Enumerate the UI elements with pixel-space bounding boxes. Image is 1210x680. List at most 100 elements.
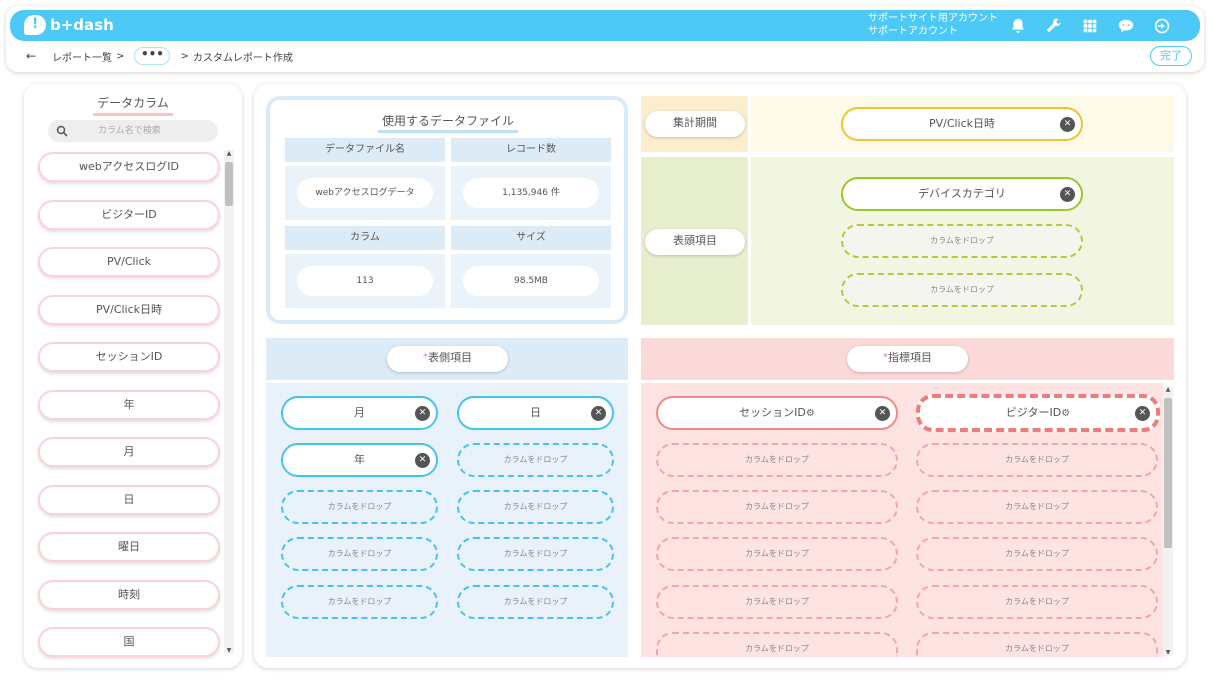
chat-icon[interactable] xyxy=(1115,15,1137,37)
column-item[interactable]: セッションID xyxy=(38,342,220,372)
metric-drop-zone[interactable]: カラムをドロップ xyxy=(656,443,898,477)
wrench-icon[interactable] xyxy=(1043,15,1065,37)
column-item[interactable]: PV/Click日時 xyxy=(38,295,220,325)
row-item-chip-label: 年 xyxy=(354,453,365,466)
bell-icon[interactable] xyxy=(1007,15,1029,37)
size-header: サイズ xyxy=(451,226,611,250)
data-file-card: 使用するデータファイル データファイル名 レコード数 webアクセスログデータ … xyxy=(266,96,628,324)
scrollbar-thumb[interactable] xyxy=(1164,398,1172,548)
head-items-label: 表頭項目 xyxy=(645,229,745,255)
breadcrumb-more-button[interactable]: ••• xyxy=(134,47,171,65)
record-count-header: レコード数 xyxy=(451,138,611,162)
column-search-input[interactable]: カラム名で検索 xyxy=(48,120,218,142)
size-cell: 98.5MB xyxy=(451,254,611,308)
metric-chip-label: セッションID xyxy=(739,406,806,419)
remove-icon[interactable]: ✕ xyxy=(415,406,430,421)
remove-icon[interactable]: ✕ xyxy=(1060,187,1075,202)
breadcrumb-report-list[interactable]: レポート一覧 xyxy=(52,49,112,64)
remove-icon[interactable]: ✕ xyxy=(1060,117,1075,132)
breadcrumb-separator: > xyxy=(180,50,189,62)
metric-drop-zone[interactable]: カラムをドロップ xyxy=(656,585,898,619)
row-item-drop-zone[interactable]: カラムをドロップ xyxy=(457,537,614,571)
logo-text: b+dash xyxy=(50,16,114,34)
gear-icon[interactable]: ⚙ xyxy=(1061,408,1070,419)
metric-drop-zone[interactable]: カラムをドロップ xyxy=(656,537,898,571)
remove-icon[interactable]: ✕ xyxy=(1135,406,1150,421)
scroll-down-icon[interactable]: ▼ xyxy=(1163,649,1173,656)
row-item-drop-zone[interactable]: カラムをドロップ xyxy=(457,490,614,524)
column-item[interactable]: 国 xyxy=(38,627,220,657)
logo-mark-icon xyxy=(24,15,46,35)
data-file-title: 使用するデータファイル xyxy=(374,112,522,133)
grid-icon[interactable] xyxy=(1079,15,1101,37)
row-item-chip-label: 月 xyxy=(354,406,365,419)
column-count-header: カラム xyxy=(285,226,445,250)
size-value: 98.5MB xyxy=(463,266,599,296)
row-item-drop-zone[interactable]: カラムをドロップ xyxy=(281,537,438,571)
scroll-up-icon[interactable]: ▲ xyxy=(1163,386,1173,393)
row-item-chip[interactable]: 月 ✕ xyxy=(281,396,438,430)
file-name-value: webアクセスログデータ xyxy=(297,178,433,208)
metric-drop-zone[interactable]: カラムをドロップ xyxy=(656,632,898,657)
column-item[interactable]: 曜日 xyxy=(38,532,220,562)
account-info[interactable]: サポートサイト用アカウント サポートアカウント xyxy=(868,12,998,38)
period-label: 集計期間 xyxy=(645,111,745,137)
metric-drop-zone[interactable]: カラムをドロップ xyxy=(916,443,1158,477)
scroll-up-icon[interactable]: ▲ xyxy=(225,150,233,157)
row-item-drop-zone[interactable]: カラムをドロップ xyxy=(457,443,614,477)
row-item-chip-label: 日 xyxy=(530,406,541,419)
search-placeholder: カラム名で検索 xyxy=(98,126,161,136)
metric-chip-selected[interactable]: ビジターID⚙ ✕ xyxy=(916,394,1160,432)
row-item-drop-zone[interactable]: カラムをドロップ xyxy=(457,585,614,619)
scroll-down-icon[interactable]: ▼ xyxy=(225,647,233,654)
metric-drop-zone[interactable]: カラムをドロップ xyxy=(916,585,1158,619)
breadcrumb-separator: > xyxy=(116,50,125,62)
gear-icon[interactable]: ⚙ xyxy=(806,408,815,419)
row-item-drop-zone[interactable]: カラムをドロップ xyxy=(281,585,438,619)
row-item-chip[interactable]: 日 ✕ xyxy=(457,396,614,430)
done-button[interactable]: 完了 xyxy=(1150,46,1192,66)
metric-chip[interactable]: セッションID⚙ ✕ xyxy=(656,396,898,430)
record-count-cell: 1,135,946 件 xyxy=(451,166,611,220)
column-item[interactable]: 月 xyxy=(38,437,220,467)
remove-icon[interactable]: ✕ xyxy=(591,406,606,421)
scrollbar-thumb[interactable] xyxy=(225,162,233,206)
metric-drop-zone[interactable]: カラムをドロップ xyxy=(916,537,1158,571)
column-item[interactable]: webアクセスログID xyxy=(38,152,220,182)
file-name-header: データファイル名 xyxy=(285,138,445,162)
remove-icon[interactable]: ✕ xyxy=(875,406,890,421)
period-chip[interactable]: PV/Click日時 ✕ xyxy=(841,107,1083,141)
account-name: サポートアカウント xyxy=(868,26,958,37)
column-count-cell: 113 xyxy=(285,254,445,308)
record-count-value: 1,135,946 件 xyxy=(463,178,599,208)
breadcrumb: ← レポート一覧 > ••• > カスタムレポート作成 xyxy=(26,45,293,67)
logout-icon[interactable] xyxy=(1151,15,1173,37)
metric-drop-zone[interactable]: カラムをドロップ xyxy=(916,490,1158,524)
column-count-value: 113 xyxy=(297,266,433,296)
column-item[interactable]: 日 xyxy=(38,485,220,515)
period-chip-label: PV/Click日時 xyxy=(928,117,996,130)
remove-icon[interactable]: ✕ xyxy=(415,453,430,468)
column-item[interactable]: ビジターID xyxy=(38,200,220,230)
head-item-chip[interactable]: デバイスカテゴリ ✕ xyxy=(841,177,1083,211)
column-item[interactable]: 時刻 xyxy=(38,580,220,610)
metrics-scrollbar[interactable]: ▲ ▼ xyxy=(1163,386,1173,656)
metric-drop-zone[interactable]: カラムをドロップ xyxy=(916,632,1158,657)
column-item[interactable]: PV/Click xyxy=(38,247,220,277)
data-column-panel: データカラム カラム名で検索 webアクセスログID ビジターID PV/Cli… xyxy=(24,84,242,668)
head-item-drop-zone[interactable]: カラムをドロップ xyxy=(841,273,1083,307)
head-item-drop-zone[interactable]: カラムをドロップ xyxy=(841,224,1083,258)
app-logo[interactable]: b+dash xyxy=(24,15,114,35)
row-items-label: *表側項目 xyxy=(387,346,508,372)
column-list-scrollbar[interactable]: ▲ ▼ xyxy=(224,150,234,654)
head-item-chip-label: デバイスカテゴリ xyxy=(918,187,1006,200)
row-item-drop-zone[interactable]: カラムをドロップ xyxy=(281,490,438,524)
column-item[interactable]: 年 xyxy=(38,390,220,420)
top-bar: b+dash サポートサイト用アカウント サポートアカウント xyxy=(10,10,1200,41)
metric-drop-zone[interactable]: カラムをドロップ xyxy=(656,490,898,524)
data-column-title: データカラム xyxy=(24,94,242,116)
file-name-cell: webアクセスログデータ xyxy=(285,166,445,220)
row-item-chip[interactable]: 年 ✕ xyxy=(281,443,438,477)
account-site: サポートサイト用アカウント xyxy=(868,13,998,24)
back-arrow-icon[interactable]: ← xyxy=(26,49,36,63)
